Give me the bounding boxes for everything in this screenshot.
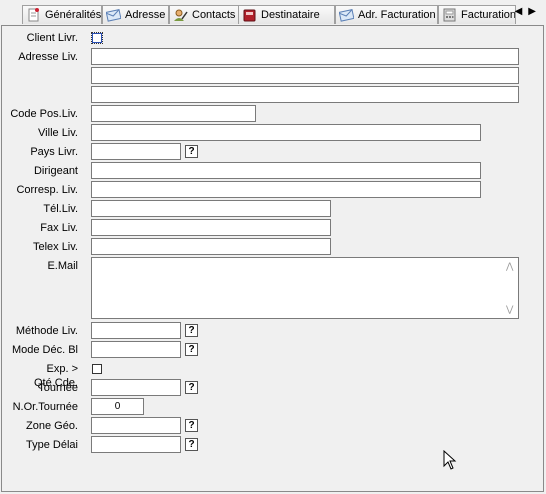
- adresse-liv-line2-input[interactable]: [91, 67, 519, 84]
- n-or-tournee-input[interactable]: 0: [91, 398, 144, 415]
- email-textarea[interactable]: ⋀ ⋁: [91, 257, 519, 319]
- adresse-liv-line1-input[interactable]: [91, 48, 519, 65]
- tab-label: Contacts: [192, 9, 236, 21]
- tab-label: Adresse: [125, 9, 166, 21]
- pays-livr-label: Pays Livr.: [30, 146, 78, 158]
- red-book-icon: [242, 8, 257, 22]
- tab-generalites[interactable]: Généralités: [22, 5, 102, 24]
- methode-liv-label: Méthode Liv.: [15, 325, 78, 337]
- adresse-liv-line3-input[interactable]: [91, 86, 519, 103]
- tab-label: Généralités: [45, 9, 102, 21]
- adresse-liv-label: Adresse Liv.: [18, 51, 78, 63]
- tab-contacts[interactable]: Contacts: [169, 5, 239, 24]
- code-pos-liv-label: Code Pos.Liv.: [10, 108, 78, 120]
- tab-adr-facturation[interactable]: Adr. Facturation: [335, 5, 438, 24]
- tab-label: Adr. Facturation: [358, 9, 436, 21]
- scroll-up-icon[interactable]: ⋀: [506, 261, 513, 272]
- tournee-help-button[interactable]: ?: [185, 381, 198, 394]
- telex-liv-label: Telex Liv.: [32, 241, 78, 253]
- tel-liv-input[interactable]: [91, 200, 331, 217]
- mode-dec-bl-input[interactable]: [91, 341, 181, 358]
- code-pos-liv-input[interactable]: [91, 105, 256, 122]
- zone-geo-help-button[interactable]: ?: [185, 419, 198, 432]
- methode-liv-help-button[interactable]: ?: [185, 324, 198, 337]
- email-scrollbar[interactable]: ⋀ ⋁: [503, 258, 518, 318]
- person-pen-icon: [173, 8, 188, 22]
- zone-geo-input[interactable]: [91, 417, 181, 434]
- calculator-icon: [442, 8, 457, 22]
- zone-geo-label: Zone Géo.: [26, 420, 78, 432]
- dirigeant-label: Dirigeant: [33, 165, 78, 177]
- tournee-label: Tournée: [38, 382, 78, 394]
- type-delai-label: Type Délai: [26, 439, 78, 451]
- client-livr-checkbox[interactable]: [91, 32, 103, 44]
- mode-dec-bl-label: Mode Déc. Bl: [11, 344, 78, 356]
- email-label: E.Mail: [47, 260, 78, 272]
- tab-facturation[interactable]: Facturation: [438, 5, 516, 24]
- pays-livr-help-button[interactable]: ?: [185, 145, 198, 158]
- client-livr-label: Client Livr.: [26, 32, 78, 44]
- telex-liv-input[interactable]: [91, 238, 331, 255]
- tab-scroll-right-icon[interactable]: ▶: [528, 6, 542, 17]
- tab-adresse[interactable]: Adresse: [102, 5, 169, 24]
- exp-qte-cde-checkbox[interactable]: [92, 364, 102, 374]
- corresp-liv-label: Corresp. Liv.: [16, 184, 78, 196]
- corresp-liv-input[interactable]: [91, 181, 481, 198]
- tab-scroll-left-icon[interactable]: ◀: [515, 6, 529, 17]
- ville-liv-input[interactable]: [91, 124, 481, 141]
- fax-liv-label: Fax Liv.: [40, 222, 78, 234]
- mouse-cursor-icon: [443, 450, 457, 470]
- tab-label: Facturation: [461, 9, 516, 21]
- dirigeant-input[interactable]: [91, 162, 481, 179]
- tab-strip: Généralités Adresse Contacts Destinatair…: [0, 0, 546, 26]
- type-delai-input[interactable]: [91, 436, 181, 453]
- document-pin-icon: [26, 8, 41, 22]
- pays-livr-input[interactable]: [91, 143, 181, 160]
- envelope-icon: [105, 8, 122, 22]
- tab-scroll-buttons: ◀▶: [515, 6, 542, 17]
- tel-liv-label: Tél.Liv.: [43, 203, 78, 215]
- scroll-down-icon[interactable]: ⋁: [506, 304, 513, 315]
- type-delai-help-button[interactable]: ?: [185, 438, 198, 451]
- envelope-icon: [338, 8, 355, 22]
- ville-liv-label: Ville Liv.: [38, 127, 78, 139]
- tab-label: Destinataire: [261, 9, 320, 21]
- tab-destinataire[interactable]: Destinataire: [238, 5, 335, 24]
- methode-liv-input[interactable]: [91, 322, 181, 339]
- n-or-tournee-label: N.Or.Tournée: [12, 401, 78, 413]
- mode-dec-bl-help-button[interactable]: ?: [185, 343, 198, 356]
- fax-liv-input[interactable]: [91, 219, 331, 236]
- tournee-input[interactable]: [91, 379, 181, 396]
